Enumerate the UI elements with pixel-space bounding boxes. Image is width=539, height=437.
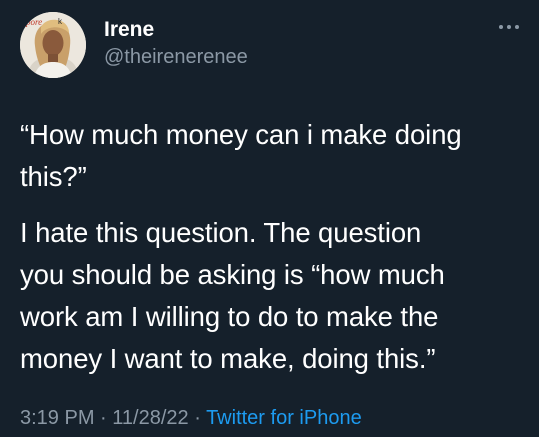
meta-separator: ·: [94, 407, 113, 429]
tweet-source-link[interactable]: Twitter for iPhone: [206, 407, 362, 429]
author-avatar[interactable]: pore k: [20, 12, 86, 78]
tweet-time[interactable]: 3:19 PM: [20, 407, 94, 429]
tweet-meta: 3:19 PM · 11/28/22 · Twitter for iPhone: [20, 406, 362, 430]
meta-separator: ·: [188, 407, 207, 429]
author-handle[interactable]: @theirenerenee: [104, 45, 248, 69]
author-name[interactable]: Irene: [104, 17, 154, 43]
more-horizontal-icon[interactable]: [497, 22, 521, 32]
svg-text:pore: pore: [25, 17, 42, 27]
tweet-paragraph: I hate this question. The question you s…: [20, 217, 445, 374]
profile-photo-icon: pore k: [20, 12, 86, 78]
tweet-card: pore k Irene @theirenerenee “How much mo…: [0, 0, 539, 437]
tweet-paragraph: “How much money can i make doing this?”: [20, 119, 462, 192]
tweet-text: “How much money can i make doing this?” …: [20, 114, 525, 380]
tweet-date[interactable]: 11/28/22: [112, 407, 188, 429]
